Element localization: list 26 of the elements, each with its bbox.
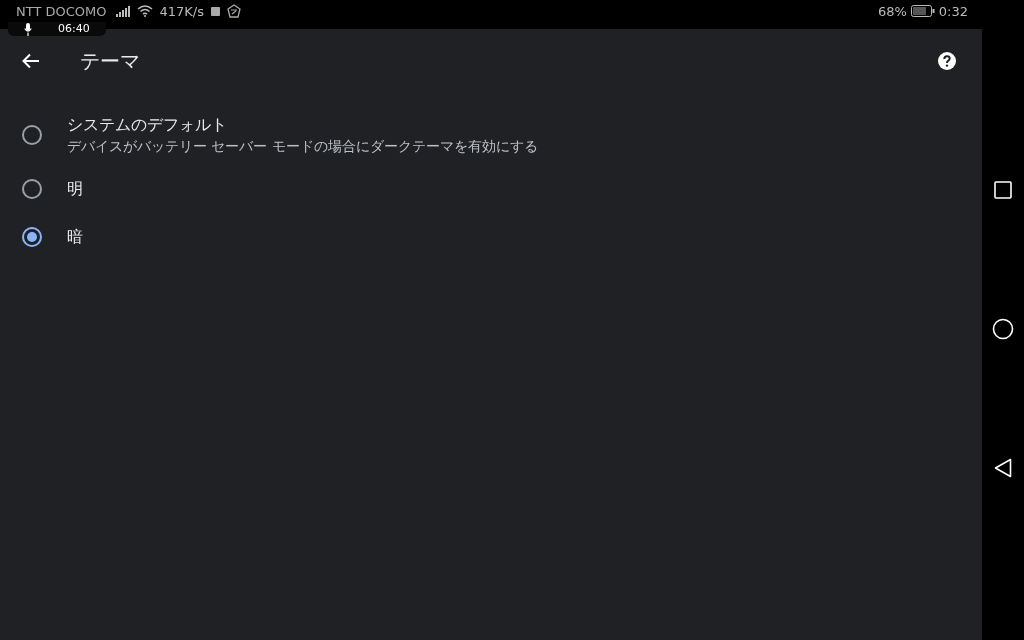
radio-option[interactable]: 明	[0, 165, 982, 213]
radio-option[interactable]: 暗	[0, 213, 982, 261]
clock: 0:32	[938, 3, 968, 19]
signal-icon	[115, 5, 130, 17]
option-description: デバイスがバッテリー セーバー モードの場合にダークテーマを有効にする	[67, 137, 538, 156]
radio-button[interactable]	[22, 125, 42, 145]
recording-time: 06:40	[58, 23, 90, 35]
carrier-name: NTT DOCOMO	[16, 3, 107, 19]
recording-pill[interactable]: 06:40	[8, 22, 106, 36]
radio-button[interactable]	[22, 179, 42, 199]
back-nav-button[interactable]	[994, 458, 1012, 478]
option-label: 暗	[67, 226, 83, 248]
battery-icon	[910, 5, 935, 17]
page-title: テーマ	[80, 47, 141, 75]
wifi-icon	[136, 5, 153, 17]
option-label: システムのデフォルト	[67, 114, 228, 136]
radio-option[interactable]: システムのデフォルト デバイスがバッテリー セーバー モードの場合にダークテーマを有効にする	[0, 105, 982, 165]
option-label: 明	[67, 178, 83, 200]
square-icon	[211, 6, 220, 16]
microphone-icon	[24, 22, 32, 36]
radio-selected[interactable]	[22, 227, 42, 247]
pentagon-icon	[227, 4, 241, 18]
home-button[interactable]	[992, 317, 1014, 340]
recents-button[interactable]	[994, 181, 1012, 199]
network-speed: 417K/s	[159, 3, 204, 19]
battery-percent: 68%	[877, 3, 907, 19]
